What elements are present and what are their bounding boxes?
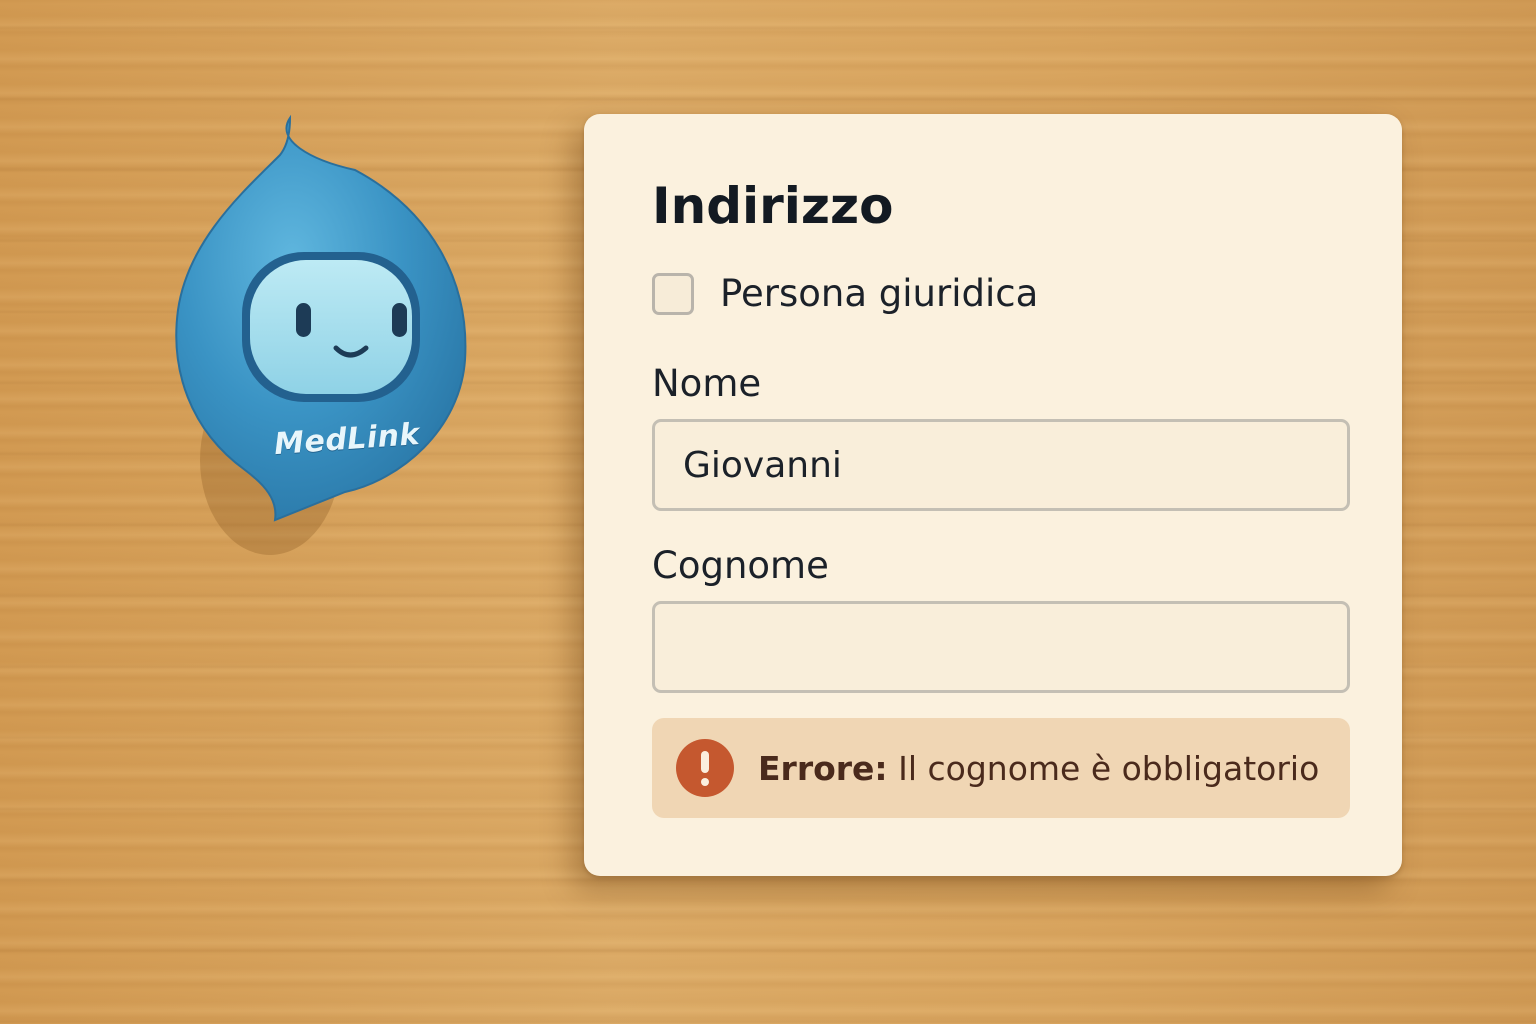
medlink-mascot: MedLink	[150, 100, 490, 555]
mascot-left-eye	[296, 303, 311, 337]
error-detail: Il cognome è obbligatorio	[887, 748, 1320, 788]
error-text: Errore: Il cognome è obbligatorio	[758, 749, 1319, 788]
legal-entity-label: Persona giuridica	[720, 272, 1039, 315]
legal-entity-checkbox-row[interactable]: Persona giuridica	[652, 272, 1038, 315]
error-prefix: Errore:	[758, 748, 888, 788]
exclamation-icon	[676, 739, 734, 797]
nome-label: Nome	[652, 362, 762, 405]
address-form-card: Indirizzo Persona giuridica Nome Cognome…	[584, 114, 1402, 876]
cognome-input[interactable]	[652, 601, 1350, 693]
mascot-drop-icon	[175, 114, 467, 555]
mascot-right-eye	[392, 303, 407, 337]
nome-input[interactable]	[652, 419, 1350, 511]
legal-entity-checkbox[interactable]	[652, 272, 694, 315]
error-message: Errore: Il cognome è obbligatorio	[652, 718, 1350, 818]
cognome-label: Cognome	[652, 544, 829, 587]
form-title: Indirizzo	[652, 177, 894, 235]
